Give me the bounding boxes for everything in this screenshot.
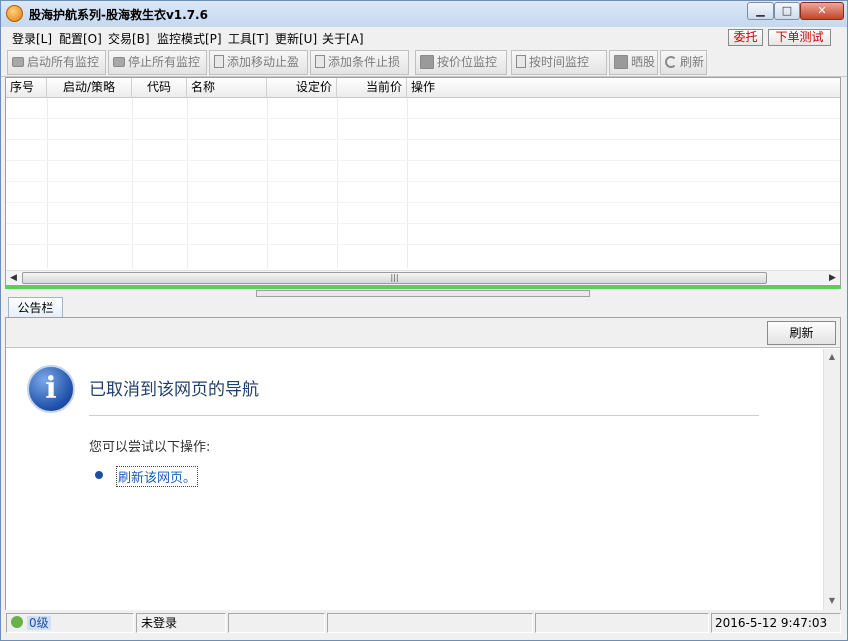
add-condition-label: 添加条件止损 <box>328 55 401 69</box>
horizontal-scrollbar[interactable]: ◀ ||| ▶ <box>6 270 840 285</box>
column-divider <box>47 98 48 268</box>
status-user-level: 0级 <box>6 613 134 633</box>
start-all-monitor-button[interactable]: 启动所有监控 <box>7 50 106 75</box>
scroll-up-icon[interactable]: ▲ <box>824 349 840 365</box>
row-divider <box>6 160 840 161</box>
row-divider <box>6 181 840 182</box>
refresh-page-link[interactable]: 刷新该网页。 <box>116 466 199 487</box>
notice-panel: 刷新 i 已取消到该网页的导航 您可以尝试以下操作: 刷新该网页。 ▲ ▼ <box>5 317 841 610</box>
scroll-down-icon[interactable]: ▼ <box>824 593 840 609</box>
column-divider <box>132 98 133 268</box>
column-header-set-price[interactable]: 设定价 <box>267 78 337 98</box>
menu-trade[interactable]: 交易[B] <box>108 30 150 47</box>
stop-all-monitor-button[interactable]: 停止所有监控 <box>108 50 207 75</box>
scrollbar-thumb[interactable]: ||| <box>22 272 767 284</box>
status-empty-3 <box>535 613 709 633</box>
document-edit-icon <box>315 55 325 68</box>
clock-document-icon <box>516 55 526 68</box>
column-header-code[interactable]: 代码 <box>132 78 187 98</box>
status-datetime: 2016-5-12 9:47:03 <box>711 613 841 633</box>
row-divider <box>6 139 840 140</box>
monitor-table[interactable]: 序号 启动/策略 代码 名称 设定价 当前价 操作 ◀ ||| ▶ <box>5 77 841 285</box>
row-divider <box>6 118 840 119</box>
notice-toolbar: 刷新 <box>6 318 840 348</box>
start-all-label: 启动所有监控 <box>27 55 100 69</box>
column-header-strategy[interactable]: 启动/策略 <box>47 78 132 98</box>
menu-bar: 登录[L] 配置[O] 交易[B] 监控模式[P] 工具[T] 更新[U] 关于… <box>1 27 847 48</box>
column-header-index[interactable]: 序号 <box>6 78 47 98</box>
menu-tools[interactable]: 工具[T] <box>228 30 269 47</box>
add-trailing-label: 添加移动止盈 <box>227 55 300 69</box>
bullet-icon <box>95 471 103 479</box>
main-window: 股海护航系列-股海救生衣v1.7.6 ▁ □ ✕ 登录[L] 配置[O] 交易[… <box>0 0 848 641</box>
toolbar-refresh-label: 刷新 <box>680 55 705 69</box>
add-condition-stop-button[interactable]: 添加条件止损 <box>310 50 409 75</box>
try-options-text: 您可以尝试以下操作: <box>89 440 211 455</box>
menu-monitor-mode[interactable]: 监控模式[P] <box>157 30 222 47</box>
title-bar[interactable]: 股海护航系列-股海救生衣v1.7.6 ▁ □ ✕ <box>1 1 847 27</box>
table-body <box>6 98 840 268</box>
test-order-button[interactable]: 下单测试 <box>768 29 831 46</box>
menu-config[interactable]: 配置[O] <box>59 30 102 47</box>
share-stock-button[interactable]: 晒股 <box>609 50 658 75</box>
row-divider <box>6 223 840 224</box>
share-icon <box>614 54 628 69</box>
vertical-scrollbar[interactable]: ▲ ▼ <box>823 349 840 610</box>
stop-all-label: 停止所有监控 <box>128 55 201 69</box>
user-icon <box>11 616 23 628</box>
panel-splitter[interactable] <box>256 290 590 297</box>
column-header-current-price[interactable]: 当前价 <box>337 78 407 98</box>
scroll-right-icon[interactable]: ▶ <box>825 271 840 285</box>
close-button[interactable]: ✕ <box>800 2 844 20</box>
scroll-left-icon[interactable]: ◀ <box>6 271 21 285</box>
column-divider <box>407 98 408 268</box>
maximize-button[interactable]: □ <box>774 2 800 20</box>
price-icon <box>420 54 434 69</box>
column-divider <box>337 98 338 268</box>
divider <box>89 415 759 416</box>
status-empty-1 <box>228 613 325 633</box>
status-login: 未登录 <box>136 613 226 633</box>
row-divider <box>6 202 840 203</box>
table-header: 序号 启动/策略 代码 名称 设定价 当前价 操作 <box>6 78 840 98</box>
stop-icon <box>113 56 125 67</box>
add-trailing-profit-button[interactable]: 添加移动止盈 <box>209 50 308 75</box>
start-icon <box>12 56 24 67</box>
navigation-error-title: 已取消到该网页的导航 <box>89 380 259 400</box>
share-stock-label: 晒股 <box>631 55 656 69</box>
notice-browser: i 已取消到该网页的导航 您可以尝试以下操作: 刷新该网页。 <box>6 349 823 610</box>
window-title: 股海护航系列-股海救生衣v1.7.6 <box>29 8 208 22</box>
notice-refresh-button[interactable]: 刷新 <box>767 321 836 345</box>
price-monitor-label: 按价位监控 <box>437 55 498 69</box>
row-divider <box>6 244 840 245</box>
tab-notice[interactable]: 公告栏 <box>8 297 63 318</box>
progress-bar <box>5 285 841 289</box>
status-bar: 0级 未登录 2016-5-12 9:47:03 <box>1 611 847 640</box>
menu-login[interactable]: 登录[L] <box>12 30 52 47</box>
toolbar-refresh-button[interactable]: 刷新 <box>660 50 707 75</box>
column-header-name[interactable]: 名称 <box>187 78 267 98</box>
refresh-icon <box>665 55 677 68</box>
minimize-button[interactable]: ▁ <box>747 2 774 20</box>
price-monitor-button[interactable]: 按价位监控 <box>415 50 507 75</box>
info-icon: i <box>27 365 75 413</box>
document-add-icon <box>214 55 224 68</box>
toolbar: 启动所有监控 停止所有监控 添加移动止盈 添加条件止损 按价位监控 按时间监控 … <box>1 48 847 77</box>
column-divider <box>187 98 188 268</box>
entrust-button[interactable]: 委托 <box>728 29 763 46</box>
menu-update[interactable]: 更新[U] <box>275 30 317 47</box>
time-monitor-label: 按时间监控 <box>529 55 590 69</box>
level-badge: 0级 <box>27 616 51 630</box>
time-monitor-button[interactable]: 按时间监控 <box>511 50 607 75</box>
app-logo-icon <box>6 5 23 22</box>
column-header-action[interactable]: 操作 <box>407 78 840 98</box>
menu-about[interactable]: 关于[A] <box>322 30 364 47</box>
column-divider <box>267 98 268 268</box>
status-empty-2 <box>327 613 533 633</box>
